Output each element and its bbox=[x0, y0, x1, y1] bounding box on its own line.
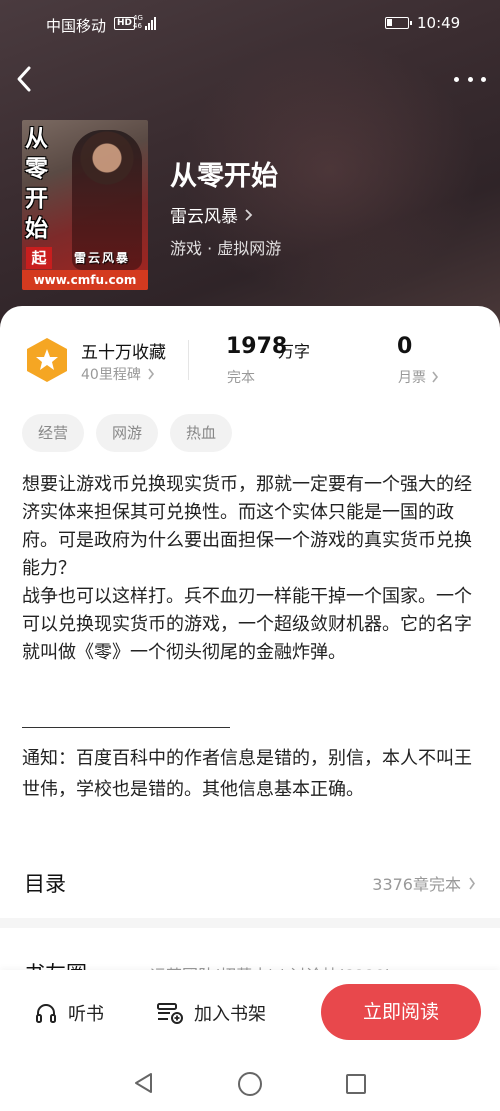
monthly-ticket-value: 0 bbox=[397, 334, 413, 359]
intro-paragraph: 想要让游戏币兑换现实货币，那就一定要有一个强大的经济实体来担保其可兑换性。而这个… bbox=[22, 474, 472, 579]
chevron-right-icon bbox=[432, 371, 439, 383]
cover-author: 雷云风暴 bbox=[74, 251, 131, 265]
chevron-right-icon bbox=[245, 208, 253, 221]
back-button[interactable] bbox=[12, 64, 38, 94]
read-now-button[interactable]: 立即阅读 bbox=[321, 984, 481, 1040]
system-nav-bar bbox=[0, 1056, 500, 1111]
intro-divider bbox=[22, 727, 230, 728]
author-name: 雷云风暴 bbox=[170, 207, 238, 227]
tag-chip[interactable]: 网游 bbox=[96, 414, 159, 452]
toc-info: 3376章完本 bbox=[372, 871, 476, 895]
monthly-ticket-label: 月票 bbox=[398, 370, 426, 386]
completion-status: 完本 bbox=[227, 370, 255, 386]
author-notice: 通知：百度百科中的作者信息是错的，别信，本人不叫王世伟，学校也是错的。其他信息基… bbox=[22, 748, 472, 800]
collect-title: 五十万收藏 bbox=[81, 343, 166, 363]
more-options-button[interactable] bbox=[452, 70, 488, 88]
cover-title: 从零开始 bbox=[25, 126, 48, 242]
listen-label: 听书 bbox=[68, 1004, 104, 1025]
stats-divider bbox=[188, 340, 189, 380]
chevron-right-icon bbox=[148, 368, 154, 380]
add-to-shelf-icon bbox=[157, 1003, 183, 1024]
add-to-shelf-button[interactable]: 加入书架 bbox=[156, 1000, 266, 1026]
milestone-label: 40里程碑 bbox=[81, 367, 141, 383]
milestone-badge-icon bbox=[27, 338, 67, 382]
listen-button[interactable]: 听书 bbox=[34, 1000, 104, 1026]
intro-paragraph: 战争也可以这样打。兵不血刃一样能干掉一个国家。一个可以兑换现实货币的游戏，一个超… bbox=[22, 586, 472, 663]
book-introduction: 想要让游戏币兑换现实货币，那就一定要有一个强大的经济实体来担保其可兑换性。而这个… bbox=[22, 471, 472, 667]
nav-home-icon[interactable] bbox=[238, 1072, 262, 1096]
hd-badge: HD bbox=[114, 17, 136, 30]
bottom-action-bar: 听书 加入书架 立即阅读 bbox=[0, 970, 500, 1056]
cover-publisher-badge: 起 bbox=[26, 247, 52, 269]
headphones-icon bbox=[36, 1004, 56, 1023]
tag-list: 经营 网游 热血 bbox=[22, 414, 233, 452]
tag-chip[interactable]: 经营 bbox=[22, 414, 85, 452]
book-header: 中国移动 HD 4G 46 10:49 从零开始 起 雷云风暴 www.cmfu.… bbox=[0, 0, 500, 340]
nav-recent-icon[interactable] bbox=[346, 1074, 366, 1094]
table-of-contents-row[interactable]: 目录 3376章完本 bbox=[0, 860, 500, 906]
milestone-link[interactable]: 40里程碑 bbox=[81, 364, 155, 384]
chapter-count: 3376章完本 bbox=[372, 875, 461, 894]
carrier-label: 中国移动 bbox=[46, 17, 107, 35]
more-dots-icon bbox=[454, 76, 459, 82]
cover-url: www.cmfu.com bbox=[22, 270, 148, 290]
chevron-left-icon bbox=[17, 66, 31, 92]
author-link[interactable]: 雷云风暴 bbox=[170, 202, 253, 227]
nav-back-icon[interactable] bbox=[133, 1072, 155, 1094]
monthly-ticket-link[interactable]: 月票 bbox=[398, 367, 439, 387]
toc-title: 目录 bbox=[24, 872, 66, 896]
word-count-unit: 万字 bbox=[278, 342, 311, 361]
signal-icon bbox=[145, 16, 156, 30]
book-genre: 游戏 · 虚拟网游 bbox=[170, 239, 282, 258]
chevron-right-icon bbox=[469, 877, 475, 889]
clock: 10:49 bbox=[417, 14, 461, 32]
status-bar: 中国移动 HD 4G 46 10:49 bbox=[0, 0, 500, 50]
network-label: 4G 46 bbox=[133, 14, 143, 30]
battery-icon bbox=[385, 17, 412, 29]
section-gap bbox=[0, 918, 500, 928]
book-cover: 从零开始 起 雷云风暴 www.cmfu.com bbox=[22, 120, 148, 290]
add-to-shelf-label: 加入书架 bbox=[194, 1004, 266, 1025]
book-title: 从零开始 bbox=[170, 161, 278, 192]
tag-chip[interactable]: 热血 bbox=[170, 414, 233, 452]
